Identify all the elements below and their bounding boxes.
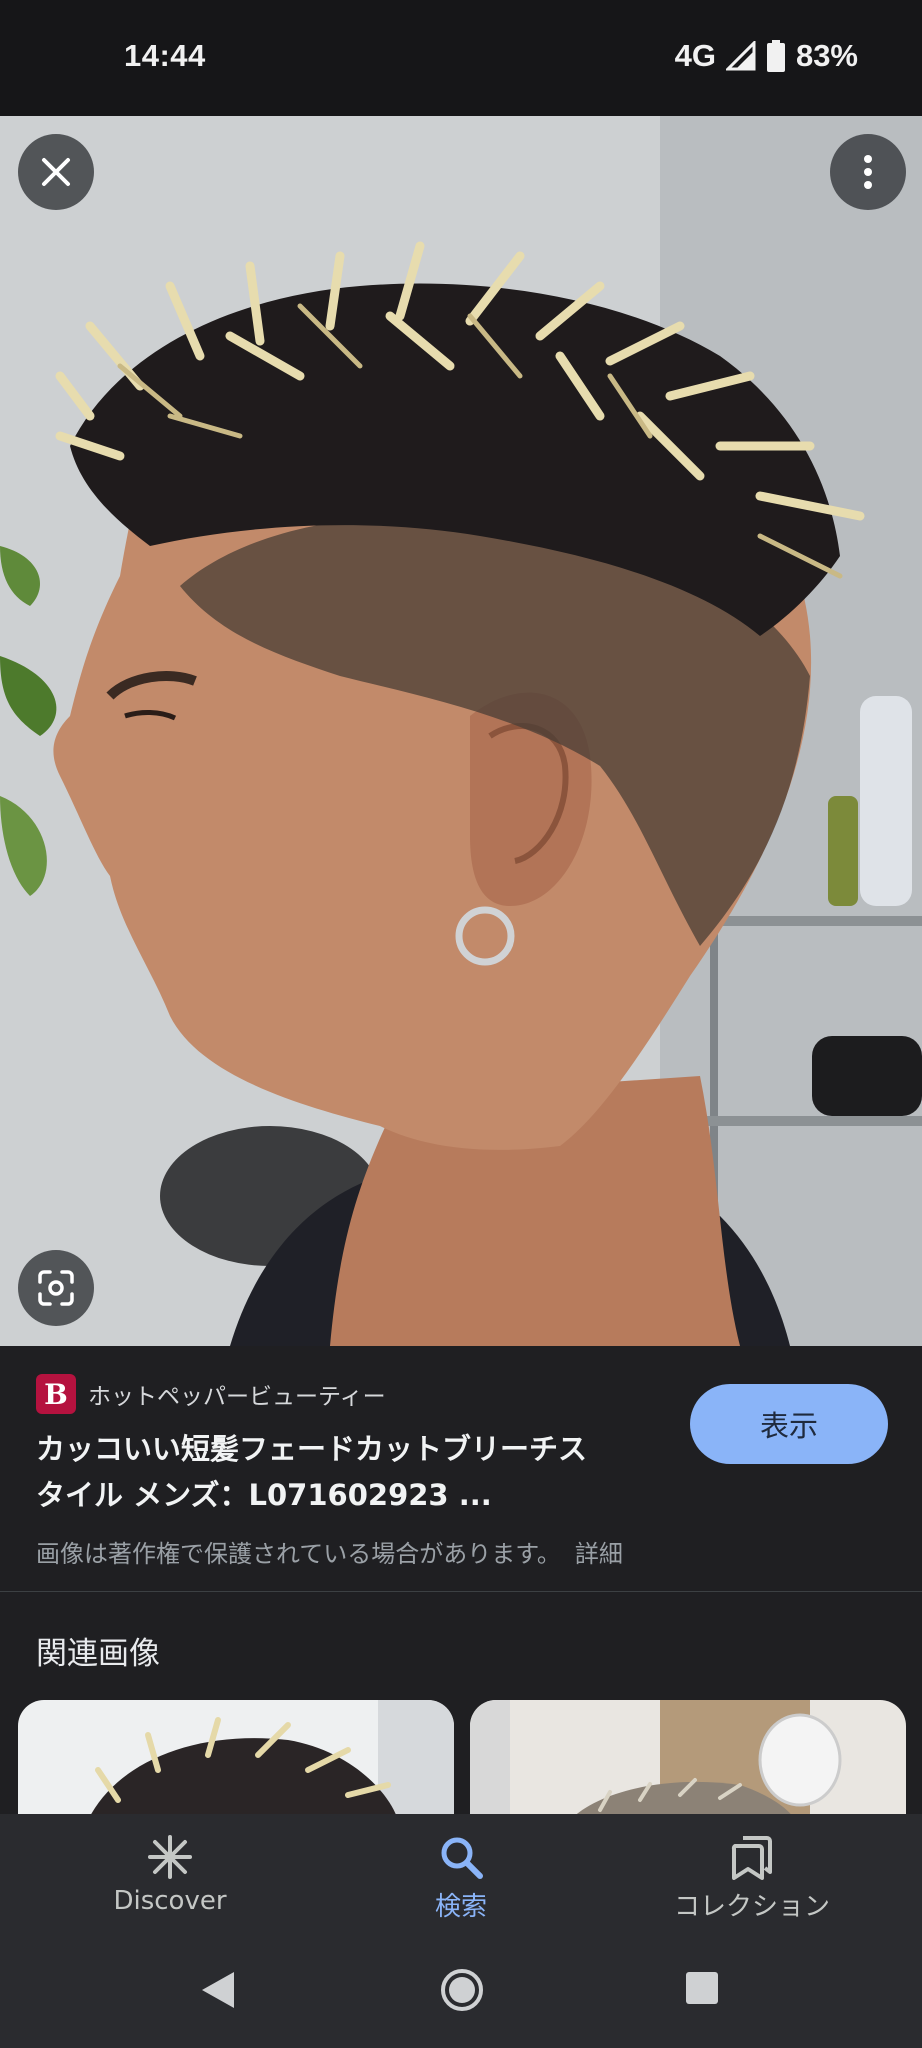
source-name: ホットペッパービューティー — [88, 1384, 386, 1410]
lens-button[interactable] — [18, 1250, 94, 1326]
image-viewer[interactable] — [0, 116, 922, 1346]
battery-icon — [766, 40, 785, 72]
details-link[interactable]: 詳細 — [575, 1540, 623, 1568]
related-image-1-preview — [18, 1700, 454, 1820]
status-icons: 4G 83% — [675, 38, 858, 74]
result-image — [0, 116, 922, 1346]
nav-discover-label: Discover — [113, 1886, 227, 1916]
nav-collections-label: コレクション — [673, 1892, 830, 1922]
recents-icon[interactable] — [684, 1970, 720, 2006]
divider — [0, 1591, 922, 1592]
nav-collections[interactable]: コレクション — [642, 1834, 862, 1923]
asterisk-icon — [148, 1835, 192, 1879]
status-time: 14:44 — [124, 38, 206, 73]
result-title-line2: タイル メンズ：L071602923 ... — [36, 1478, 492, 1512]
more-options-button[interactable] — [830, 134, 906, 210]
nav-search-label: 検索 — [434, 1892, 487, 1922]
collections-icon — [731, 1836, 772, 1880]
result-title[interactable]: カッコいい短髪フェードカットブリーチス タイル メンズ：L071602923 .… — [36, 1426, 656, 1518]
close-icon — [42, 158, 70, 186]
result-title-line1: カッコいい短髪フェードカットブリーチス — [36, 1432, 588, 1466]
nav-discover[interactable]: Discover — [60, 1834, 280, 1916]
related-image-2-preview — [470, 1700, 906, 1820]
network-type: 4G — [674, 38, 716, 73]
related-image-1[interactable] — [18, 1700, 454, 1820]
battery-level: 83% — [795, 38, 858, 73]
home-icon[interactable] — [440, 1968, 484, 2012]
copyright-notice: 画像は著作権で保護されている場合があります。 詳細 — [36, 1534, 623, 1569]
related-image-2[interactable] — [470, 1700, 906, 1820]
bottom-navigation: Discover 検索 コレクション — [0, 1814, 922, 2048]
source-row[interactable]: B ホットペッパービューティー — [36, 1374, 386, 1414]
lens-icon — [38, 1270, 74, 1306]
status-bar: 14:44 4G 83% — [0, 0, 922, 116]
system-navigation — [0, 1950, 922, 2038]
search-icon — [441, 1837, 483, 1879]
back-icon[interactable] — [200, 1970, 236, 2010]
close-button[interactable] — [18, 134, 94, 210]
signal-icon — [725, 41, 756, 71]
related-images-title: 関連画像 — [36, 1636, 160, 1672]
source-logo: B — [36, 1374, 76, 1414]
copyright-text: 画像は著作権で保護されている場合があります。 — [36, 1540, 561, 1568]
view-button[interactable]: 表示 — [690, 1384, 888, 1464]
result-info: B ホットペッパービューティー カッコいい短髪フェードカットブリーチス タイル … — [0, 1346, 922, 1592]
more-vert-icon — [864, 155, 872, 189]
nav-search[interactable]: 検索 — [351, 1834, 571, 1923]
